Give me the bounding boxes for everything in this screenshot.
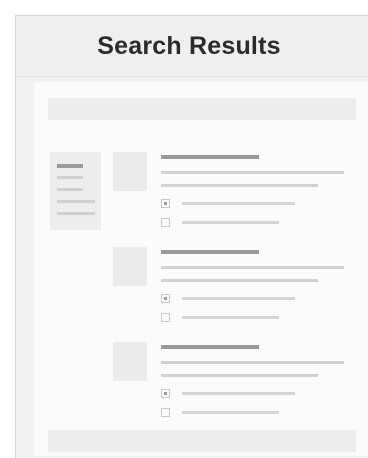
result-thumbnail[interactable]: [113, 152, 147, 191]
result-title-placeholder[interactable]: [161, 250, 259, 254]
sidebar-heading-placeholder: [57, 164, 83, 168]
result-item[interactable]: [113, 342, 353, 417]
pagination-bar-placeholder[interactable]: [48, 430, 356, 452]
result-item[interactable]: [113, 152, 353, 227]
sidebar-item[interactable]: [57, 176, 83, 179]
result-checkbox[interactable]: [161, 408, 170, 417]
result-checkbox[interactable]: [161, 199, 170, 208]
result-text-placeholder: [161, 266, 344, 269]
page-title: Search Results: [97, 31, 281, 60]
result-text-placeholder: [161, 361, 344, 364]
result-thumbnail[interactable]: [113, 247, 147, 286]
option-label-placeholder: [182, 411, 279, 414]
result-title-placeholder[interactable]: [161, 155, 259, 159]
result-text-placeholder: [161, 184, 318, 187]
result-item[interactable]: [113, 247, 353, 322]
option-label-placeholder: [182, 221, 279, 224]
result-checkbox[interactable]: [161, 294, 170, 303]
search-bar-placeholder[interactable]: [48, 98, 356, 120]
result-text-placeholder: [161, 171, 344, 174]
result-text-placeholder: [161, 279, 318, 282]
result-title-placeholder[interactable]: [161, 345, 259, 349]
result-thumbnail[interactable]: [113, 342, 147, 381]
result-checkbox[interactable]: [161, 313, 170, 322]
option-label-placeholder: [182, 297, 295, 300]
result-text-placeholder: [161, 374, 318, 377]
sidebar-item[interactable]: [57, 212, 95, 215]
result-checkbox[interactable]: [161, 389, 170, 398]
sidebar-item[interactable]: [57, 200, 95, 203]
results-panel: [34, 82, 368, 456]
option-label-placeholder: [182, 392, 295, 395]
sidebar-item[interactable]: [57, 188, 83, 191]
page-header: Search Results: [16, 16, 368, 77]
result-checkbox[interactable]: [161, 218, 170, 227]
app-window: Search Results: [15, 15, 368, 458]
filter-sidebar: [50, 152, 101, 230]
option-label-placeholder: [182, 202, 295, 205]
option-label-placeholder: [182, 316, 279, 319]
